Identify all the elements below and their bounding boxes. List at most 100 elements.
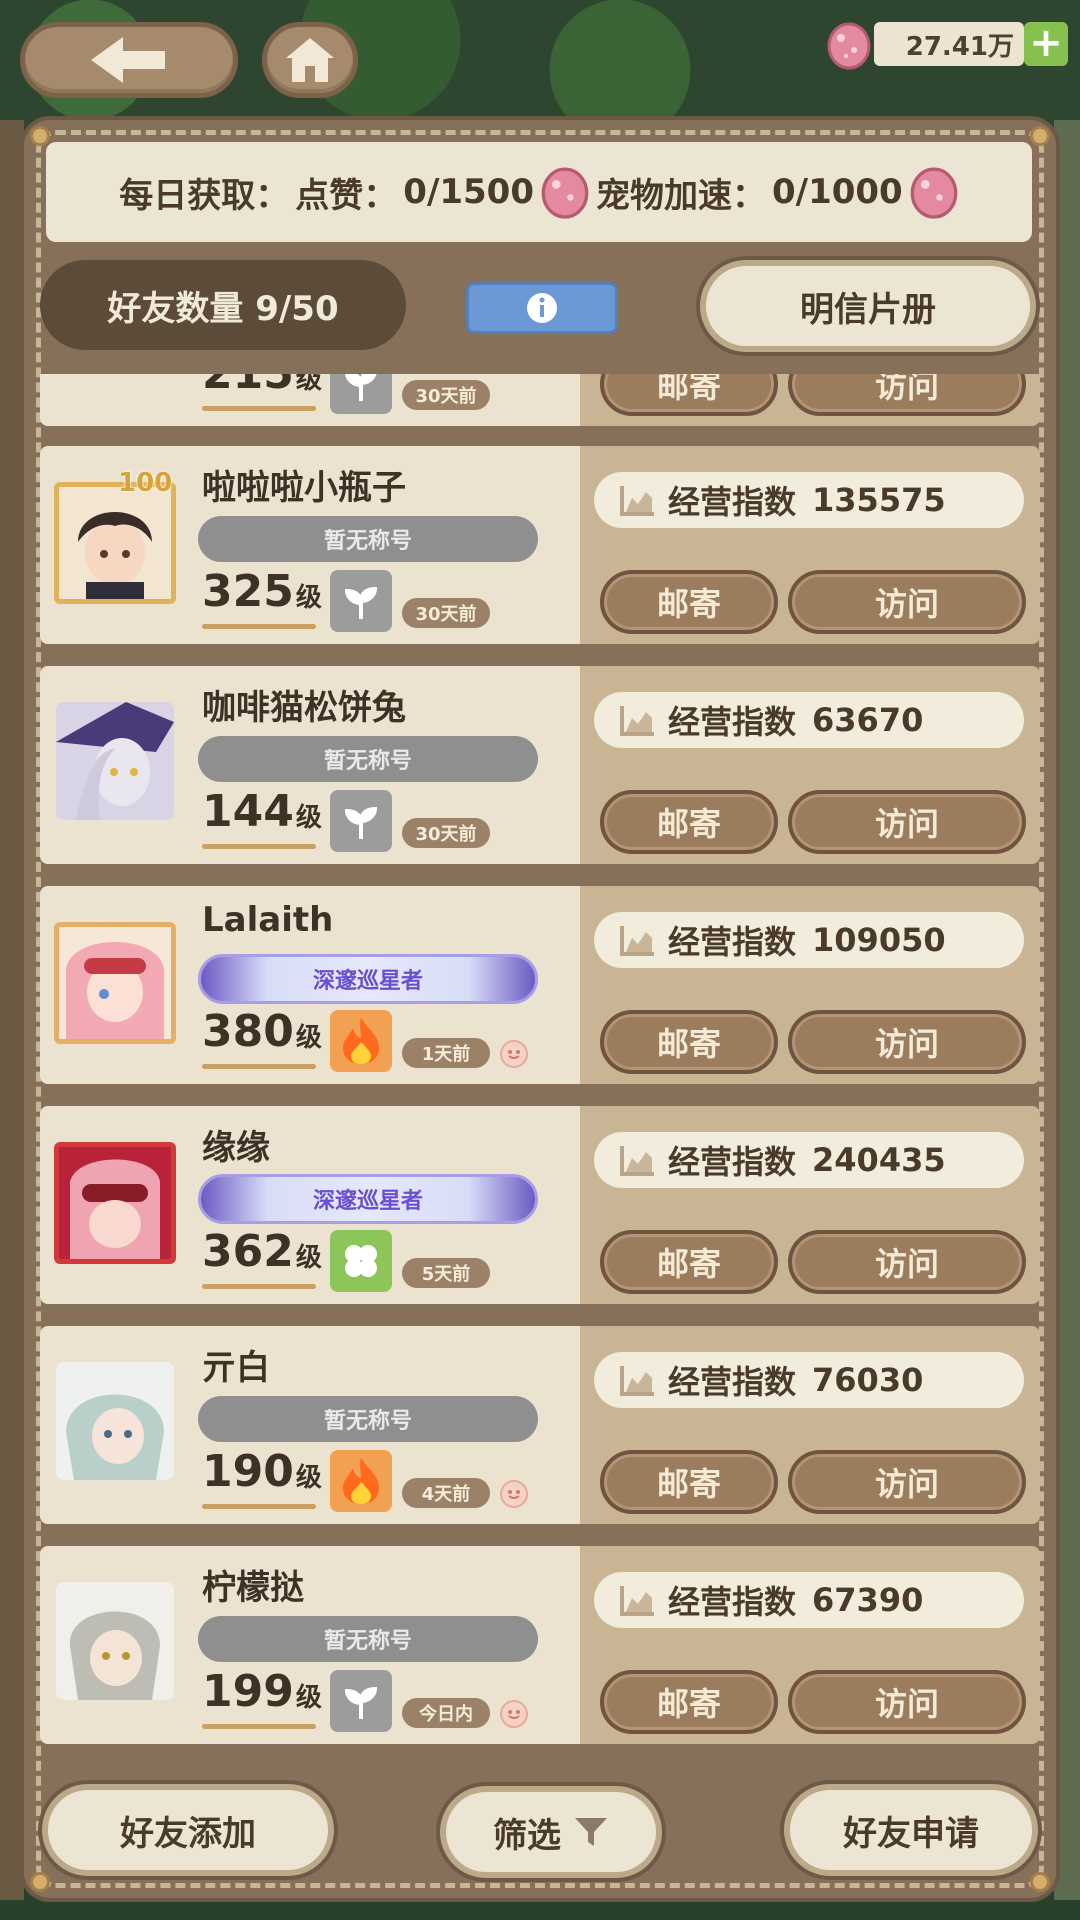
visit-button[interactable]: 访问 xyxy=(788,1230,1026,1294)
friend-name: 缘缘 xyxy=(202,1128,270,1168)
friend-card: 咖啡猫松饼兔 暂无称号 144级 30天前 经营指数 63670 邮寄 访问 xyxy=(40,666,1040,864)
friend-card: 缘缘 深邃巡星者 362级 5天前 经营指数 240435 邮寄 访问 xyxy=(40,1106,1040,1304)
avatar-badge: 100 xyxy=(118,468,173,498)
friend-info: 缘缘 深邃巡星者 362级 5天前 xyxy=(40,1106,580,1304)
business-index-value: 76030 xyxy=(812,1361,924,1399)
avatar[interactable] xyxy=(56,482,174,600)
friend-name: 啦啦啦小瓶子 xyxy=(202,468,406,508)
daily-limits-bar: 每日获取： 点赞： 0/1500 宠物加速： 0/1000 xyxy=(46,142,1032,242)
visit-button[interactable]: 访问 xyxy=(788,1010,1026,1074)
friend-count-label: 好友数量 9/50 xyxy=(40,260,406,350)
friend-level: 199级 xyxy=(202,1666,322,1717)
level-bar xyxy=(202,624,316,629)
mail-button[interactable]: 邮寄 xyxy=(600,1450,778,1514)
chart-icon xyxy=(620,486,654,516)
friend-list[interactable]: 215级 30天前 邮寄 访问 100 啦啦啦小瓶子 xyxy=(40,374,1040,1756)
chart-icon xyxy=(620,1146,654,1176)
avatar-portrait xyxy=(56,1582,174,1700)
business-index: 经营指数 109050 xyxy=(594,912,1024,968)
filter-button[interactable]: 筛选 xyxy=(440,1786,662,1878)
corner-nail xyxy=(30,1872,50,1892)
postcard-album-button[interactable]: 明信片册 xyxy=(700,260,1036,352)
house-icon xyxy=(286,38,334,82)
pet-slot xyxy=(330,790,392,852)
friend-name: 咖啡猫松饼兔 xyxy=(202,688,406,728)
level-bar xyxy=(202,844,316,849)
friend-card: 215级 30天前 邮寄 访问 xyxy=(40,374,1040,426)
business-index-value: 240435 xyxy=(812,1141,946,1179)
friend-info: 215级 30天前 xyxy=(40,374,580,426)
avatar[interactable] xyxy=(56,1362,174,1480)
last-seen-badge: 30天前 xyxy=(402,380,490,410)
business-index: 经营指数 67390 xyxy=(594,1572,1024,1628)
add-currency-button[interactable]: + xyxy=(1024,22,1068,66)
back-button[interactable] xyxy=(20,22,238,98)
corner-nail xyxy=(30,126,50,146)
friend-card: 亓白 暂无称号 190级 4天前 经营指数 76030 邮寄 访问 xyxy=(40,1326,1040,1524)
business-index: 经营指数 240435 xyxy=(594,1132,1024,1188)
online-face-icon xyxy=(500,1700,528,1728)
chart-icon xyxy=(620,706,654,736)
likes-value: 0/1500 xyxy=(403,172,534,212)
avatar-portrait xyxy=(56,1142,174,1260)
sprout-icon xyxy=(345,374,377,401)
avatar[interactable] xyxy=(56,1582,174,1700)
last-seen-badge: 今日内 xyxy=(402,1698,490,1728)
friend-title: 暂无称号 xyxy=(198,1616,538,1662)
level-bar xyxy=(202,406,316,411)
avatar[interactable] xyxy=(56,1142,174,1260)
pet-slot xyxy=(330,1450,392,1512)
friend-name: 柠檬挞 xyxy=(202,1568,304,1608)
visit-button[interactable]: 访问 xyxy=(788,570,1026,634)
mail-button[interactable]: 邮寄 xyxy=(600,1230,778,1294)
home-button[interactable] xyxy=(262,22,358,98)
level-bar xyxy=(202,1504,316,1509)
friend-level: 215级 xyxy=(202,374,322,399)
chart-icon xyxy=(620,926,654,956)
last-seen-badge: 30天前 xyxy=(402,598,490,628)
arrow-left-icon xyxy=(91,37,165,83)
last-seen-badge: 5天前 xyxy=(402,1258,490,1288)
pet-slot xyxy=(330,1010,392,1072)
friend-level: 190级 xyxy=(202,1446,322,1497)
visit-button[interactable]: 访问 xyxy=(788,1670,1026,1734)
friend-title: 暂无称号 xyxy=(198,516,538,562)
mail-button[interactable]: 邮寄 xyxy=(600,570,778,634)
friend-card: 100 啦啦啦小瓶子 暂无称号 325级 30天前 经营指数 135575 邮寄 … xyxy=(40,446,1040,644)
mail-button[interactable]: 邮寄 xyxy=(600,374,778,416)
friend-requests-button[interactable]: 好友申请 xyxy=(784,1784,1038,1876)
business-index-value: 67390 xyxy=(812,1581,924,1619)
sprout-icon xyxy=(344,1686,378,1719)
friend-name: Lalaith xyxy=(202,900,334,940)
visit-button[interactable]: 访问 xyxy=(788,790,1026,854)
avatar-portrait xyxy=(56,1362,174,1480)
filter-label: 筛选 xyxy=(493,1815,561,1856)
gem-icon xyxy=(541,167,589,219)
mail-button[interactable]: 邮寄 xyxy=(600,790,778,854)
chart-icon xyxy=(620,1366,654,1396)
fire-icon xyxy=(343,1018,379,1064)
last-seen-badge: 4天前 xyxy=(402,1478,490,1508)
last-seen-badge: 30天前 xyxy=(402,818,490,848)
avatar[interactable] xyxy=(56,702,174,820)
mail-button[interactable]: 邮寄 xyxy=(600,1670,778,1734)
avatar-portrait xyxy=(56,702,174,820)
add-friend-button[interactable]: 好友添加 xyxy=(42,1784,334,1876)
friend-level: 144级 xyxy=(202,786,322,837)
mail-button[interactable]: 邮寄 xyxy=(600,1010,778,1074)
business-index: 经营指数 76030 xyxy=(594,1352,1024,1408)
sprout-icon xyxy=(344,806,378,839)
visit-button[interactable]: 访问 xyxy=(788,1450,1026,1514)
friend-info: Lalaith 深邃巡星者 380级 1天前 xyxy=(40,886,580,1084)
chart-icon xyxy=(620,1586,654,1616)
info-button[interactable] xyxy=(466,282,618,334)
avatar-portrait xyxy=(56,922,174,1040)
friend-card: Lalaith 深邃巡星者 380级 1天前 经营指数 109050 邮寄 访问 xyxy=(40,886,1040,1084)
info-icon xyxy=(527,293,557,323)
gem-currency-icon xyxy=(827,22,871,70)
funnel-icon xyxy=(575,1818,607,1846)
visit-button[interactable]: 访问 xyxy=(788,374,1026,416)
clover-icon xyxy=(345,1245,377,1277)
level-bar xyxy=(202,1724,316,1729)
avatar[interactable] xyxy=(56,922,174,1040)
